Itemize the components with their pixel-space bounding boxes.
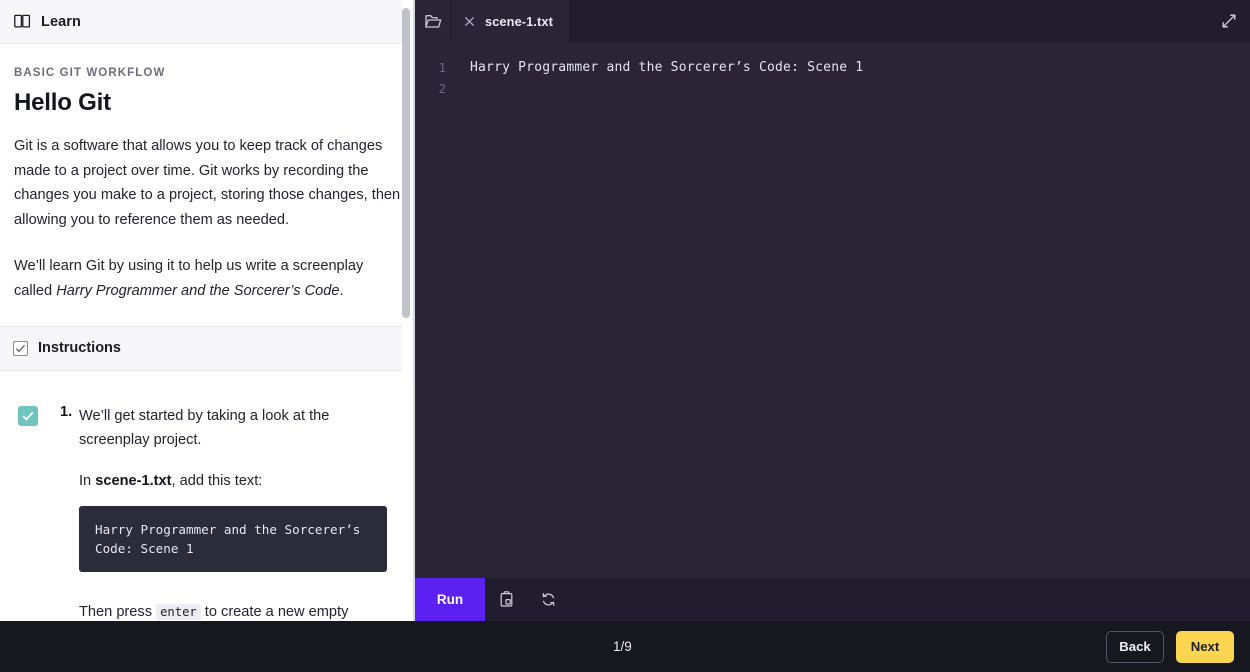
tail-suffix: to create a new empty (201, 604, 349, 620)
sub-prefix: In (79, 473, 95, 489)
step-checkbox[interactable] (18, 406, 38, 426)
step-detail: We’ll get started by taking a look at th… (79, 404, 387, 620)
learn-title: Learn (41, 14, 81, 30)
editor-tabbar: scene-1.txt (415, 0, 1250, 42)
book-icon (14, 14, 31, 29)
line-number: 2 (415, 82, 456, 96)
tail-prefix: Then press (79, 604, 156, 620)
next-button[interactable]: Next (1176, 631, 1234, 663)
step-text: We’ll get started by taking a look at th… (79, 404, 369, 453)
learn-scrollbar-track[interactable] (402, 0, 413, 621)
code-line: 2 (415, 78, 1250, 99)
instruction-steps-list: 1. We’ll get started by taking a look at… (0, 404, 415, 620)
learn-content: BASIC GIT WORKFLOW Hello Git Git is a so… (0, 67, 415, 304)
tab-scene-1-txt[interactable]: scene-1.txt (451, 0, 569, 42)
refresh-icon (540, 591, 557, 608)
back-button[interactable]: Back (1106, 631, 1164, 663)
instructions-header: Instructions (0, 326, 415, 371)
step-body: 1. We’ll get started by taking a look at… (60, 404, 387, 620)
editor-toolbar: Run (415, 578, 1250, 621)
lesson-category: BASIC GIT WORKFLOW (14, 67, 401, 79)
line-content[interactable]: Harry Programmer and the Sorcerer’s Code… (456, 60, 863, 75)
clipboard-icon (498, 591, 515, 608)
checkbox-checked-icon (13, 341, 28, 356)
learn-panel: Learn BASIC GIT WORKFLOW Hello Git Git i… (0, 0, 415, 621)
page-indicator: 1/9 (613, 639, 632, 654)
close-icon[interactable] (464, 16, 475, 27)
reset-button[interactable] (527, 578, 569, 621)
screenplay-title: Harry Programmer and the Sorcerer’s Code (56, 283, 339, 299)
sub-suffix: , add this text: (171, 473, 262, 489)
lesson-paragraph-1: Git is a software that allows you to kee… (14, 134, 401, 232)
code-line: 1 Harry Programmer and the Sorcerer’s Co… (415, 57, 1250, 78)
target-filename: scene-1.txt (95, 473, 171, 489)
paragraph-2-suffix: . (340, 283, 344, 299)
step-tail-instruction: Then press enter to create a new empty (79, 604, 387, 620)
learn-scrollbar-thumb[interactable] (402, 8, 410, 318)
code-snippet: Harry Programmer and the Sorcerer’s Code… (79, 506, 387, 572)
learn-panel-header: Learn (0, 0, 415, 44)
instructions-label: Instructions (38, 340, 121, 356)
editor-panel: scene-1.txt 1 Harry Programmer and the S… (415, 0, 1250, 621)
enter-key-label: enter (156, 604, 201, 620)
run-button[interactable]: Run (415, 578, 485, 621)
tab-label: scene-1.txt (485, 14, 553, 29)
expand-icon (1221, 13, 1237, 29)
expand-editor-button[interactable] (1216, 8, 1242, 34)
learn-scroll-area[interactable]: BASIC GIT WORKFLOW Hello Git Git is a so… (0, 44, 415, 621)
step-sub-instruction: In scene-1.txt, add this text: (79, 473, 387, 489)
nav-buttons: Back Next (1106, 631, 1234, 663)
bottom-navigation-bar: 1/9 Back Next (0, 621, 1250, 672)
file-browser-button[interactable] (415, 0, 451, 42)
list-item: 1. We’ll get started by taking a look at… (14, 404, 401, 620)
lesson-paragraph-2: We’ll learn Git by using it to help us w… (14, 254, 401, 303)
app-root: Learn BASIC GIT WORKFLOW Hello Git Git i… (0, 0, 1250, 672)
page-title: Hello Git (14, 89, 401, 117)
code-editor[interactable]: 1 Harry Programmer and the Sorcerer’s Co… (415, 42, 1250, 578)
copy-to-clipboard-button[interactable] (485, 578, 527, 621)
step-number: 1. (60, 404, 79, 620)
line-number: 1 (415, 61, 456, 75)
